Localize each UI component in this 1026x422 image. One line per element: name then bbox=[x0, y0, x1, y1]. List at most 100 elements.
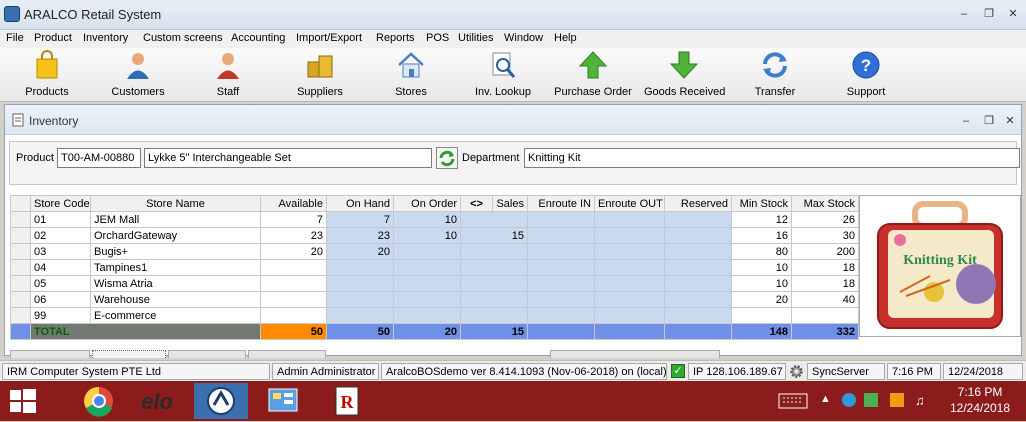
cell-enroute-out[interactable] bbox=[594, 259, 665, 276]
tab-1[interactable] bbox=[10, 350, 90, 358]
menu-reports[interactable]: Reports bbox=[376, 32, 415, 44]
cell-reserved[interactable] bbox=[664, 227, 732, 244]
cell-available[interactable]: 20 bbox=[260, 243, 327, 260]
col-on-order[interactable]: On Order bbox=[393, 195, 461, 212]
suppliers-button[interactable]: Suppliers bbox=[292, 50, 348, 100]
cell-max-stock[interactable]: 18 bbox=[791, 259, 859, 276]
cell-enroute-in[interactable] bbox=[527, 227, 595, 244]
cell-sales[interactable] bbox=[460, 211, 528, 228]
row-selector[interactable] bbox=[10, 307, 31, 324]
table-row[interactable]: 05 Wisma Atria 10 18 bbox=[10, 275, 859, 292]
minimize-button[interactable]: – bbox=[955, 6, 973, 22]
customers-button[interactable]: Customers bbox=[108, 50, 168, 100]
col-enroute-out[interactable]: Enroute OUT bbox=[594, 195, 665, 212]
row-selector[interactable] bbox=[10, 275, 31, 292]
menu-file[interactable]: File bbox=[6, 32, 24, 44]
cell-enroute-in[interactable] bbox=[527, 243, 595, 260]
product-name-field[interactable]: Lykke 5" Interchangeable Set bbox=[144, 148, 432, 168]
cell-enroute-out[interactable] bbox=[594, 307, 665, 324]
cell-enroute-in[interactable] bbox=[527, 307, 595, 324]
cell-reserved[interactable] bbox=[664, 259, 732, 276]
col-reserved[interactable]: Reserved bbox=[664, 195, 732, 212]
cell-available[interactable] bbox=[260, 291, 327, 308]
goods-received-button[interactable]: Goods Received bbox=[644, 50, 725, 100]
cell-on-hand[interactable] bbox=[326, 307, 394, 324]
menu-help[interactable]: Help bbox=[554, 32, 577, 44]
cell-available[interactable]: 23 bbox=[260, 227, 327, 244]
row-selector[interactable] bbox=[10, 291, 31, 308]
col-store-code[interactable]: Store Code bbox=[30, 195, 91, 212]
inventory-minimize-button[interactable]: – bbox=[957, 113, 975, 129]
refresh-product-icon[interactable] bbox=[436, 147, 458, 169]
col-on-hand[interactable]: On Hand bbox=[326, 195, 394, 212]
tab-5[interactable] bbox=[550, 350, 720, 358]
tray-chevron-up-icon[interactable]: ▲ bbox=[820, 393, 831, 405]
cell-on-order[interactable] bbox=[393, 243, 461, 260]
cell-sales[interactable] bbox=[460, 259, 528, 276]
cell-reserved[interactable] bbox=[664, 291, 732, 308]
cell-store-name[interactable]: JEM Mall bbox=[90, 211, 261, 228]
inventory-restore-button[interactable]: ❐ bbox=[980, 113, 998, 129]
col-toggle-button[interactable]: <> bbox=[460, 195, 493, 212]
cell-min-stock[interactable] bbox=[731, 307, 792, 324]
tray-alert-icon[interactable] bbox=[890, 393, 904, 407]
menu-accounting[interactable]: Accounting bbox=[231, 32, 285, 44]
cell-available[interactable] bbox=[260, 259, 327, 276]
cell-reserved[interactable] bbox=[664, 243, 732, 260]
menu-custom-screens[interactable]: Custom screens bbox=[143, 32, 222, 44]
cell-on-hand[interactable]: 23 bbox=[326, 227, 394, 244]
row-selector[interactable] bbox=[10, 211, 31, 228]
cell-sales[interactable] bbox=[460, 291, 528, 308]
cell-on-hand[interactable]: 7 bbox=[326, 211, 394, 228]
menu-import-export[interactable]: Import/Export bbox=[296, 32, 362, 44]
table-row[interactable]: 06 Warehouse 20 40 bbox=[10, 291, 859, 308]
cell-max-stock[interactable]: 18 bbox=[791, 275, 859, 292]
cell-min-stock[interactable]: 12 bbox=[731, 211, 792, 228]
cell-on-hand[interactable] bbox=[326, 291, 394, 308]
col-available[interactable]: Available bbox=[260, 195, 327, 212]
cell-store-code[interactable]: 02 bbox=[30, 227, 91, 244]
volume-icon[interactable]: ♫ bbox=[915, 393, 925, 408]
cell-store-name[interactable]: Tampines1 bbox=[90, 259, 261, 276]
menu-window[interactable]: Window bbox=[504, 32, 543, 44]
table-row[interactable]: 01 JEM Mall 7 7 10 12 26 bbox=[10, 211, 859, 228]
cell-store-name[interactable]: Bugis+ bbox=[90, 243, 261, 260]
cell-max-stock[interactable]: 40 bbox=[791, 291, 859, 308]
cell-enroute-out[interactable] bbox=[594, 243, 665, 260]
close-button[interactable]: ✕ bbox=[1004, 6, 1022, 22]
cell-enroute-in[interactable] bbox=[527, 259, 595, 276]
menu-product[interactable]: Product bbox=[34, 32, 72, 44]
elo-taskbar-button[interactable]: elo bbox=[130, 383, 184, 419]
cell-on-order[interactable]: 10 bbox=[393, 211, 461, 228]
support-button[interactable]: ? Support bbox=[842, 50, 890, 100]
cell-enroute-out[interactable] bbox=[594, 275, 665, 292]
cell-on-hand[interactable] bbox=[326, 275, 394, 292]
tray-app-icon[interactable] bbox=[864, 393, 878, 407]
cell-store-name[interactable]: Wisma Atria bbox=[90, 275, 261, 292]
cell-enroute-in[interactable] bbox=[527, 291, 595, 308]
cell-sales[interactable] bbox=[460, 307, 528, 324]
purchase-order-button[interactable]: Purchase Order bbox=[553, 50, 633, 100]
cell-max-stock[interactable]: 26 bbox=[791, 211, 859, 228]
keyboard-icon[interactable] bbox=[778, 393, 808, 409]
col-min-stock[interactable]: Min Stock bbox=[731, 195, 792, 212]
cell-reserved[interactable] bbox=[664, 211, 732, 228]
chrome-taskbar-button[interactable] bbox=[72, 383, 126, 419]
menu-inventory[interactable]: Inventory bbox=[83, 32, 128, 44]
cell-on-hand[interactable]: 20 bbox=[326, 243, 394, 260]
cell-on-order[interactable]: 10 bbox=[393, 227, 461, 244]
col-sales[interactable]: Sales bbox=[492, 195, 528, 212]
transfer-button[interactable]: Transfer bbox=[751, 50, 799, 100]
cell-store-name[interactable]: Warehouse bbox=[90, 291, 261, 308]
cell-on-hand[interactable] bbox=[326, 259, 394, 276]
menu-pos[interactable]: POS bbox=[426, 32, 449, 44]
cell-max-stock[interactable]: 200 bbox=[791, 243, 859, 260]
cell-store-code[interactable]: 99 bbox=[30, 307, 91, 324]
cell-sales[interactable] bbox=[460, 275, 528, 292]
aralco-taskbar-button[interactable] bbox=[194, 383, 248, 419]
cell-store-code[interactable]: 01 bbox=[30, 211, 91, 228]
table-row[interactable]: 04 Tampines1 10 18 bbox=[10, 259, 859, 276]
cell-on-order[interactable] bbox=[393, 275, 461, 292]
cell-sales[interactable]: 15 bbox=[460, 227, 528, 244]
cell-enroute-in[interactable] bbox=[527, 275, 595, 292]
